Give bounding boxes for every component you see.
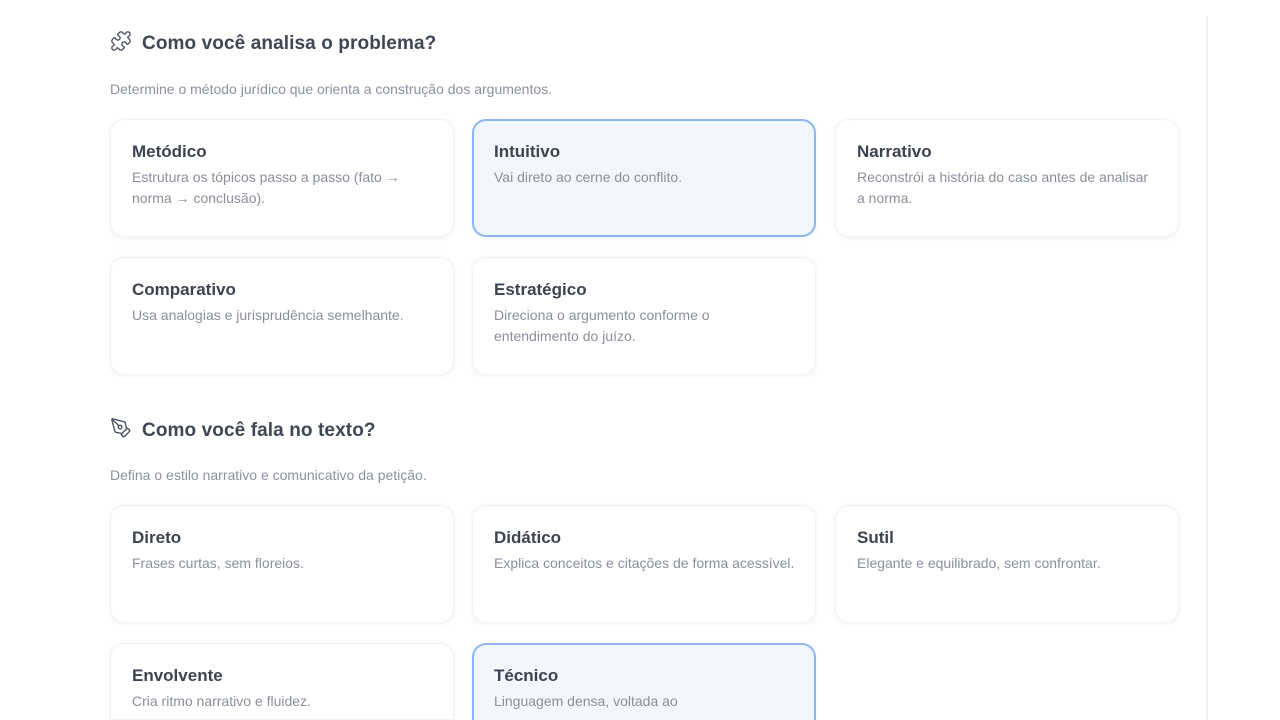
option-description: Linguagem densa, voltada ao [494,693,678,709]
option-card-envolvente[interactable]: Envolvente Cria ritmo narrativo e fluide… [110,643,454,720]
section-title-text: Como você analisa o problema? [142,33,437,54]
option-description: Vai direto ao cerne do conflito. [494,169,683,185]
option-description: Explica conceitos e citações de forma ac… [494,555,795,571]
option-card-intuitivo[interactable]: Intuitivo Vai direto ao cerne do conflit… [472,119,816,237]
option-title: Intuitivo [494,142,561,161]
option-description: Elegante e equilibrado, sem confrontar. [857,555,1101,571]
option-description: Reconstrói a história do caso antes de a… [857,169,1149,206]
option-title: Comparativo [132,280,236,299]
section-description: Determine o método jurídico que orienta … [110,81,553,97]
section-description: Defina o estilo narrativo e comunicativo… [110,467,427,483]
option-card-comparativo[interactable]: Comparativo Usa analogias e jurisprudênc… [110,257,454,375]
option-card-metodico[interactable]: Metódico Estrutura os tópicos passo a pa… [110,119,454,237]
option-title: Técnico [494,666,559,685]
option-description: Usa analogias e jurisprudência semelhant… [132,307,404,323]
pen-tool-icon [110,417,132,445]
option-title: Envolvente [132,666,223,685]
option-description: Frases curtas, sem floreios. [132,555,304,571]
option-card-narrativo[interactable]: Narrativo Reconstrói a história do caso … [835,119,1179,237]
option-title: Estratégico [494,280,587,299]
puzzle-icon [110,30,132,58]
option-title: Metódico [132,142,207,161]
option-card-estrategico[interactable]: Estratégico Direciona o argumento confor… [472,257,816,375]
option-card-didatico[interactable]: Didático Explica conceitos e citações de… [472,505,816,623]
option-description: Cria ritmo narrativo e fluidez. [132,693,311,709]
option-title: Didático [494,528,562,547]
option-title: Sutil [857,528,894,547]
option-card-sutil[interactable]: Sutil Elegante e equilibrado, sem confro… [835,505,1179,623]
option-card-direto[interactable]: Direto Frases curtas, sem floreios. [110,505,454,623]
option-title: Narrativo [857,142,932,161]
option-card-tecnico[interactable]: Técnico Linguagem densa, voltada ao [472,643,816,720]
section-title-analysis: Como você analisa o problema? [110,30,436,58]
option-title: Direto [132,528,182,547]
section-title-voice: Como você fala no texto? [110,417,376,445]
option-description: Direciona o argumento conforme o entendi… [494,307,710,344]
option-description: Estrutura os tópicos passo a passo (fato… [132,169,400,206]
section-title-text: Como você fala no texto? [142,420,376,441]
panel-divider [1206,16,1208,720]
